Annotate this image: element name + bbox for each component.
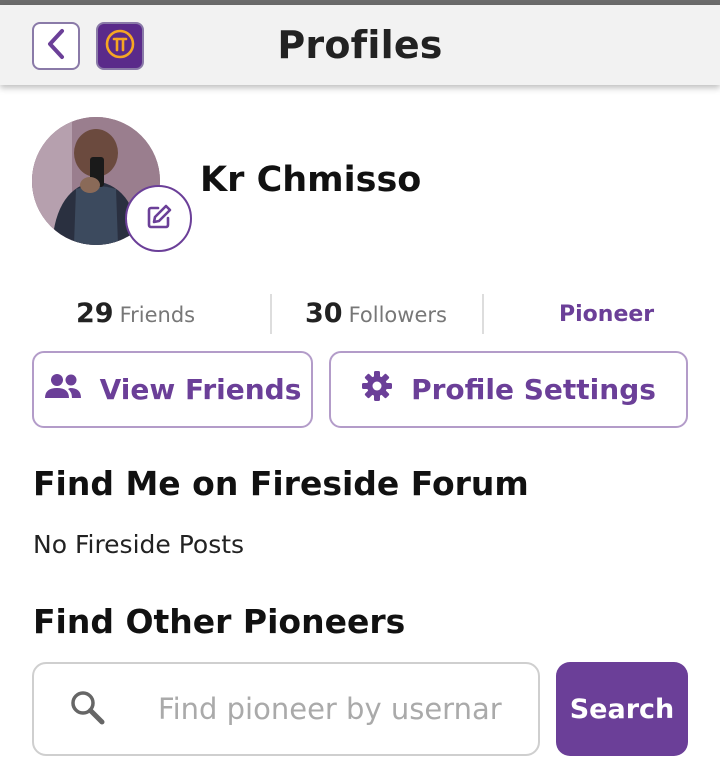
followers-stat: 30 Followers <box>305 298 447 329</box>
friends-stat: 29 Friends <box>76 298 195 329</box>
view-friends-label: View Friends <box>99 373 302 406</box>
find-pioneers-title: Find Other Pioneers <box>33 602 406 641</box>
stat-divider <box>482 294 484 334</box>
edit-avatar-button[interactable] <box>125 185 192 252</box>
profile-stats: 29 Friends 30 Followers Pioneer <box>0 290 720 340</box>
followers-count: 30 <box>305 298 343 329</box>
role-badge: Pioneer <box>559 302 655 327</box>
people-icon <box>44 373 100 406</box>
profile-settings-button[interactable]: Profile Settings <box>329 351 688 428</box>
followers-label: Followers <box>348 303 447 327</box>
fireside-section-title: Find Me on Fireside Forum <box>33 464 529 503</box>
gear-icon <box>361 370 411 409</box>
fireside-empty-text: No Fireside Posts <box>33 530 245 559</box>
pioneer-search-box[interactable] <box>32 662 540 756</box>
profile-settings-label: Profile Settings <box>411 373 656 406</box>
friends-count: 29 <box>76 298 114 329</box>
profile-username: Kr Chmisso <box>200 160 422 200</box>
friends-label: Friends <box>119 303 196 327</box>
search-button[interactable]: Search <box>556 662 688 756</box>
pioneer-search-input[interactable] <box>158 692 518 726</box>
view-friends-button[interactable]: View Friends <box>32 351 313 428</box>
app-header: Profiles <box>0 5 720 85</box>
search-icon <box>34 688 106 730</box>
edit-icon <box>145 203 173 235</box>
page-title: Profiles <box>277 23 443 67</box>
stat-divider <box>270 294 272 334</box>
